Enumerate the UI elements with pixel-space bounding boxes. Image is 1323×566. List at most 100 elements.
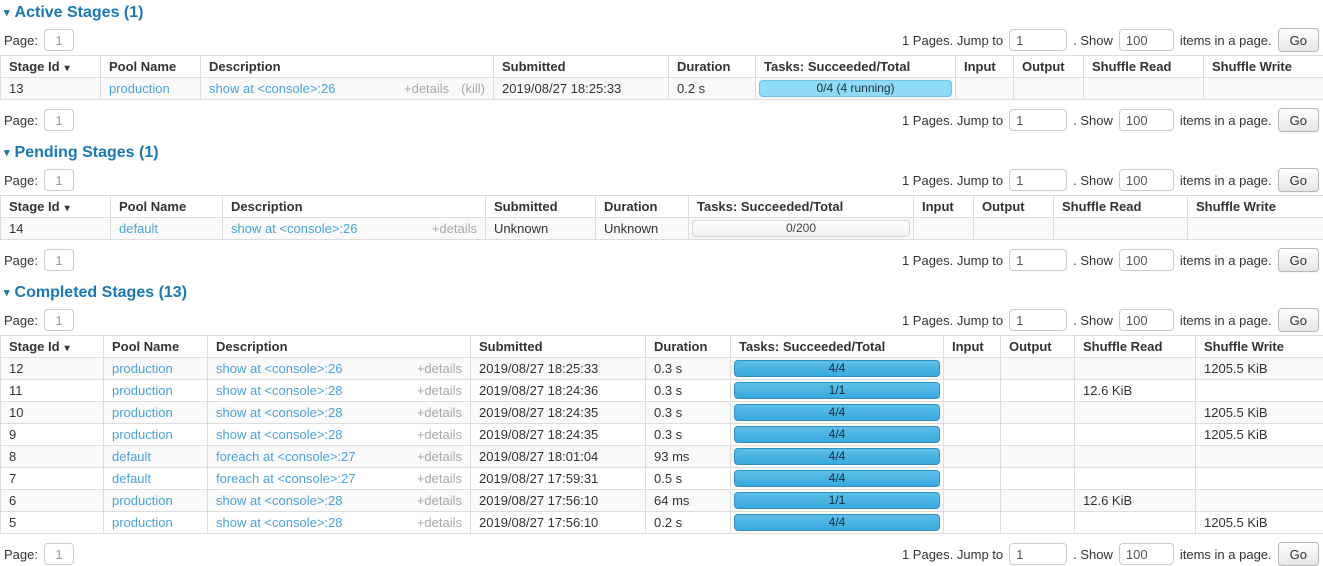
pool-link[interactable]: production [112,515,173,530]
tasks-cell: 4/4 [731,424,944,446]
jump-to-input[interactable] [1009,109,1067,131]
column-header-description[interactable]: Description [201,56,494,78]
output-cell [1001,512,1075,534]
column-header-submitted[interactable]: Submitted [471,336,646,358]
stage-description-link[interactable]: show at <console>:26 [209,81,335,96]
jump-to-input[interactable] [1009,543,1067,565]
pool-link[interactable]: production [112,493,173,508]
column-header-tasks-succeeded-total[interactable]: Tasks: Succeeded/Total [689,196,914,218]
stage-description-link[interactable]: show at <console>:28 [216,405,342,420]
pool-link[interactable]: default [119,221,158,236]
column-header-duration[interactable]: Duration [596,196,689,218]
column-header-label: Tasks: Succeeded/Total [764,59,910,74]
details-toggle[interactable]: +details [417,361,462,376]
column-header-stage-id[interactable]: Stage Id▾ [1,196,111,218]
details-toggle[interactable]: +details [417,405,462,420]
details-toggle[interactable]: +details [417,383,462,398]
column-header-shuffle-write[interactable]: Shuffle Write [1196,336,1323,358]
page-input[interactable] [44,109,74,131]
go-button[interactable]: Go [1278,248,1319,272]
pool-link[interactable]: production [112,427,173,442]
kill-link[interactable]: (kill) [461,81,485,96]
column-header-pool-name[interactable]: Pool Name [111,196,223,218]
page-input[interactable] [44,29,74,51]
column-header-duration[interactable]: Duration [669,56,756,78]
column-header-shuffle-write[interactable]: Shuffle Write [1188,196,1323,218]
column-header-description[interactable]: Description [223,196,486,218]
column-header-pool-name[interactable]: Pool Name [104,336,208,358]
details-toggle[interactable]: +details [404,81,449,96]
column-header-submitted[interactable]: Submitted [486,196,596,218]
column-header-shuffle-read[interactable]: Shuffle Read [1054,196,1188,218]
stage-description-link[interactable]: foreach at <console>:27 [216,449,356,464]
page-input[interactable] [44,249,74,271]
stage-id-cell: 7 [1,468,104,490]
column-header-output[interactable]: Output [974,196,1054,218]
go-button[interactable]: Go [1278,168,1319,192]
column-header-input[interactable]: Input [914,196,974,218]
column-header-output[interactable]: Output [1014,56,1084,78]
column-header-shuffle-read[interactable]: Shuffle Read [1084,56,1204,78]
pool-link[interactable]: production [112,383,173,398]
go-button[interactable]: Go [1278,542,1319,566]
column-header-tasks-succeeded-total[interactable]: Tasks: Succeeded/Total [756,56,956,78]
column-header-stage-id[interactable]: Stage Id▾ [1,56,101,78]
stage-description-link[interactable]: show at <console>:28 [216,493,342,508]
stage-description-link[interactable]: show at <console>:28 [216,515,342,530]
stage-id-cell: 8 [1,446,104,468]
stage-description-link[interactable]: show at <console>:26 [231,221,357,236]
page-input[interactable] [44,169,74,191]
pager-jump-group: 1 Pages. Jump to. Showitems in a page.Go [902,542,1319,566]
jump-to-input[interactable] [1009,169,1067,191]
pool-link[interactable]: default [112,471,151,486]
stage-description-link[interactable]: show at <console>:26 [216,361,342,376]
details-toggle[interactable]: +details [417,493,462,508]
go-button[interactable]: Go [1278,108,1319,132]
stage-description-link[interactable]: foreach at <console>:27 [216,471,356,486]
column-header-tasks-succeeded-total[interactable]: Tasks: Succeeded/Total [731,336,944,358]
column-header-stage-id[interactable]: Stage Id▾ [1,336,104,358]
details-toggle[interactable]: +details [432,221,477,236]
show-count-input[interactable] [1119,109,1174,131]
go-button[interactable]: Go [1278,308,1319,332]
show-count-input[interactable] [1119,169,1174,191]
column-header-description[interactable]: Description [208,336,471,358]
stage-description-link[interactable]: show at <console>:28 [216,383,342,398]
tasks-cell: 1/1 [731,490,944,512]
section-heading-active-stages-1[interactable]: ▾Active Stages (1) [4,4,1323,22]
page-input[interactable] [44,543,74,565]
column-header-pool-name[interactable]: Pool Name [101,56,201,78]
show-count-input[interactable] [1119,29,1174,51]
column-header-input[interactable]: Input [956,56,1014,78]
show-count-input[interactable] [1119,249,1174,271]
details-toggle[interactable]: +details [417,515,462,530]
output-cell [1001,446,1075,468]
column-header-shuffle-write[interactable]: Shuffle Write [1204,56,1323,78]
jump-to-input[interactable] [1009,249,1067,271]
section-heading-pending-stages-1[interactable]: ▾Pending Stages (1) [4,144,1323,162]
pool-link[interactable]: production [112,361,173,376]
pool-link[interactable]: production [112,405,173,420]
pool-link[interactable]: production [109,81,170,96]
jump-to-input[interactable] [1009,309,1067,331]
details-toggle[interactable]: +details [417,427,462,442]
jump-to-input[interactable] [1009,29,1067,51]
show-count-input[interactable] [1119,309,1174,331]
column-header-submitted[interactable]: Submitted [494,56,669,78]
stage-description-link[interactable]: show at <console>:28 [216,427,342,442]
shuffle-write-cell [1196,490,1323,512]
details-toggle[interactable]: +details [417,449,462,464]
page-label: Page: [4,113,38,128]
page-input[interactable] [44,309,74,331]
column-header-output[interactable]: Output [1001,336,1075,358]
column-header-shuffle-read[interactable]: Shuffle Read [1075,336,1196,358]
pool-link[interactable]: default [112,449,151,464]
column-header-duration[interactable]: Duration [646,336,731,358]
show-count-input[interactable] [1119,543,1174,565]
go-button[interactable]: Go [1278,28,1319,52]
page-label: Page: [4,33,38,48]
details-toggle[interactable]: +details [417,471,462,486]
page-label: Page: [4,173,38,188]
section-heading-completed-stages-13[interactable]: ▾Completed Stages (13) [4,284,1323,302]
column-header-input[interactable]: Input [944,336,1001,358]
